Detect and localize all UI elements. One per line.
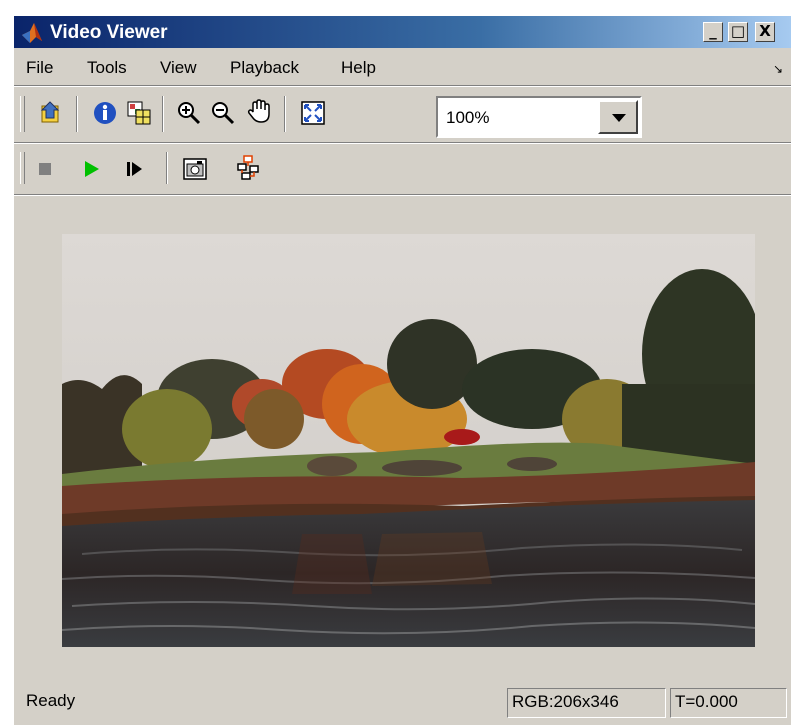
menu-view[interactable]: View — [160, 58, 197, 78]
pan-hand-icon[interactable] — [246, 98, 272, 124]
fit-to-view-icon[interactable] — [300, 100, 326, 126]
zoom-dropdown-button[interactable] — [598, 100, 638, 134]
maximize-button[interactable]: □ — [728, 22, 748, 42]
frame-dimensions: RGB:206x346 — [507, 688, 666, 718]
title-bar[interactable]: Video Viewer _ □ X — [14, 16, 791, 48]
status-text: Ready — [26, 691, 76, 710]
play-icon[interactable] — [78, 156, 104, 182]
zoom-combo[interactable]: 100% — [436, 96, 642, 138]
menu-bar: File Tools View Playback Help ↘ — [14, 50, 791, 84]
menu-tools[interactable]: Tools — [87, 58, 127, 78]
toolbar-playback — [14, 146, 791, 190]
menu-file[interactable]: File — [26, 58, 53, 78]
step-forward-icon[interactable] — [122, 156, 148, 182]
toolbar-grip-2[interactable] — [20, 152, 25, 184]
video-viewer-window: Video Viewer _ □ X File Tools View Playb… — [12, 14, 791, 725]
menu-separator — [14, 85, 791, 87]
undock-arrow-icon[interactable]: ↘ — [773, 62, 783, 76]
menu-playback[interactable]: Playback — [230, 58, 299, 78]
zoom-out-icon[interactable] — [210, 100, 236, 126]
matlab-icon — [22, 23, 42, 43]
menu-help[interactable]: Help — [341, 58, 376, 78]
info-icon[interactable] — [92, 100, 118, 126]
zoom-value: 100% — [446, 108, 490, 127]
stop-icon[interactable] — [32, 156, 58, 182]
status-bar: Ready RGB:206x346 T=0.000 — [14, 688, 791, 718]
open-source-icon[interactable] — [38, 100, 64, 126]
pixel-region-icon[interactable] — [126, 100, 152, 126]
minimize-button[interactable]: _ — [703, 22, 723, 42]
window-title: Video Viewer — [50, 22, 168, 43]
close-button[interactable]: X — [755, 22, 775, 42]
toolbar-main: 100% — [14, 90, 791, 140]
highlight-viewer-icon[interactable] — [236, 154, 262, 180]
video-frame[interactable] — [62, 234, 755, 647]
zoom-in-icon[interactable] — [176, 100, 202, 126]
time-display: T=0.000 — [670, 688, 787, 718]
snapshot-icon[interactable] — [182, 156, 208, 182]
toolbar-grip[interactable] — [20, 96, 25, 132]
